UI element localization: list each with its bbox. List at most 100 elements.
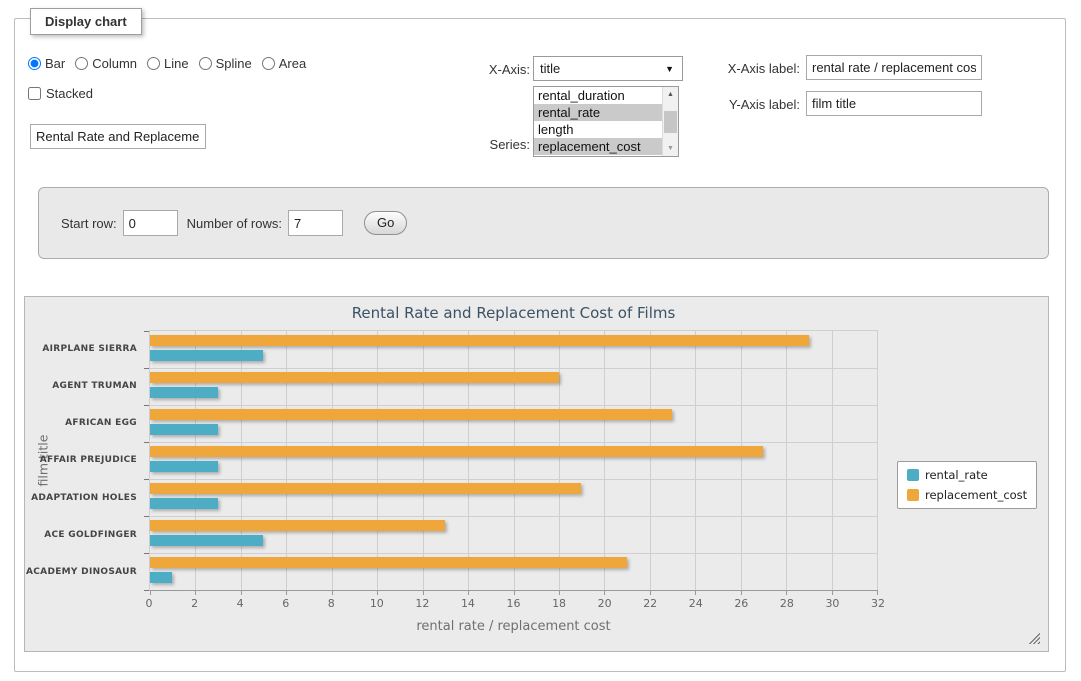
radio-area[interactable] <box>262 57 275 70</box>
category-band <box>150 405 877 442</box>
chart-type-radio-group: Bar Column Line Spline Area <box>28 54 306 72</box>
y-axis-tick <box>144 516 149 517</box>
x-axis-tick <box>286 590 287 595</box>
category-band <box>150 479 877 516</box>
go-button[interactable]: Go <box>364 211 407 235</box>
x-axis-label-input[interactable] <box>806 55 982 80</box>
bar-rental_rate <box>150 350 263 361</box>
x-tick-label: 10 <box>370 597 384 610</box>
x-tick-label: 22 <box>643 597 657 610</box>
y-axis-tick <box>144 553 149 554</box>
x-axis-tick <box>150 590 151 595</box>
scrollbar-thumb[interactable] <box>664 111 677 133</box>
series-option-length[interactable]: length <box>534 121 662 138</box>
stacked-checkbox-row[interactable]: Stacked <box>28 86 93 101</box>
chart-title-input[interactable] <box>30 124 206 149</box>
y-axis-tick <box>144 368 149 369</box>
x-axis-tick <box>786 590 787 595</box>
category-band <box>150 553 877 590</box>
x-axis-tick <box>377 590 378 595</box>
x-tick-label: 26 <box>734 597 748 610</box>
x-axis-tick <box>832 590 833 595</box>
legend-swatch-icon <box>907 489 919 501</box>
y-axis-tick <box>144 590 149 591</box>
x-axis-tick <box>650 590 651 595</box>
category-label: AGENT TRUMAN <box>25 367 137 404</box>
x-tick-label: 12 <box>415 597 429 610</box>
bar-rental_rate <box>150 572 172 583</box>
bar-replacement_cost <box>150 483 581 494</box>
plot-area <box>149 330 878 591</box>
bar-replacement_cost <box>150 446 763 457</box>
x-tick-label: 2 <box>191 597 198 610</box>
scrollbar-track[interactable] <box>663 102 678 141</box>
radio-column[interactable] <box>75 57 88 70</box>
legend-item-rental_rate[interactable]: rental_rate <box>907 468 1027 482</box>
bar-rental_rate <box>150 424 218 435</box>
radio-label: Bar <box>45 56 65 71</box>
x-axis-select[interactable]: title ▼ <box>533 56 683 81</box>
series-option-rental_rate[interactable]: rental_rate <box>534 104 662 121</box>
x-axis-tick <box>877 590 878 595</box>
x-tick-label: 28 <box>780 597 794 610</box>
x-axis-tick <box>741 590 742 595</box>
start-row-label: Start row: <box>61 216 117 231</box>
num-rows-input[interactable] <box>288 210 343 236</box>
chart-legend: rental_rate replacement_cost <box>897 461 1037 509</box>
x-axis-tick <box>468 590 469 595</box>
y-axis-label-caption: Y-Axis label: <box>698 97 800 112</box>
x-axis-tick <box>241 590 242 595</box>
bar-replacement_cost <box>150 372 559 383</box>
x-tick-label: 4 <box>237 597 244 610</box>
radio-spline[interactable] <box>199 57 212 70</box>
series-option-replacement_cost[interactable]: replacement_cost <box>534 138 662 155</box>
series-option-rental_duration[interactable]: rental_duration <box>534 87 662 104</box>
x-tick-label: 30 <box>825 597 839 610</box>
legend-label: replacement_cost <box>925 488 1027 502</box>
x-axis-tick <box>559 590 560 595</box>
chart-type-line[interactable]: Line <box>147 56 189 71</box>
legend-item-replacement_cost[interactable]: replacement_cost <box>907 488 1027 502</box>
x-tick-label: 20 <box>598 597 612 610</box>
scroll-down-icon[interactable]: ▼ <box>663 141 678 156</box>
resize-grip-icon[interactable] <box>1028 632 1040 644</box>
x-tick-label: 16 <box>507 597 521 610</box>
x-axis-selected-value: title <box>540 61 665 76</box>
radio-label: Spline <box>216 56 252 71</box>
y-axis-label-input[interactable] <box>806 91 982 116</box>
chart-type-column[interactable]: Column <box>75 56 137 71</box>
chart-container: Rental Rate and Replacement Cost of Film… <box>24 296 1049 652</box>
category-band <box>150 516 877 553</box>
bar-rental_rate <box>150 387 218 398</box>
chart-type-bar[interactable]: Bar <box>28 56 65 71</box>
scroll-up-icon[interactable]: ▲ <box>663 87 678 102</box>
chart-type-area[interactable]: Area <box>262 56 306 71</box>
radio-bar[interactable] <box>28 57 41 70</box>
chevron-down-icon: ▼ <box>665 64 674 74</box>
radio-line[interactable] <box>147 57 160 70</box>
category-label: ACADEMY DINOSAUR <box>25 554 137 591</box>
x-axis-tick <box>332 590 333 595</box>
category-label: AFFAIR PREJUDICE <box>25 442 137 479</box>
x-tick-label: 6 <box>282 597 289 610</box>
scrollbar[interactable]: ▲ ▼ <box>662 87 678 156</box>
start-row-input[interactable] <box>123 210 178 236</box>
legend-label: rental_rate <box>925 468 988 482</box>
y-axis-tick <box>144 405 149 406</box>
series-multiselect[interactable]: rental_durationrental_ratelengthreplacem… <box>533 86 679 157</box>
series-select-label: Series: <box>445 137 530 152</box>
radio-label: Line <box>164 56 189 71</box>
row-controls-panel: Start row: Number of rows: Go <box>38 187 1049 259</box>
radio-label: Area <box>279 56 306 71</box>
chart-type-spline[interactable]: Spline <box>199 56 252 71</box>
chart-x-axis-title: rental rate / replacement cost <box>149 619 878 634</box>
x-tick-label: 18 <box>552 597 566 610</box>
category-label: ADAPTATION HOLES <box>25 479 137 516</box>
x-tick-label: 0 <box>146 597 153 610</box>
x-axis-label-caption: X-Axis label: <box>698 61 800 76</box>
bar-replacement_cost <box>150 520 445 531</box>
x-axis-tick <box>695 590 696 595</box>
y-axis-tick <box>144 442 149 443</box>
category-band <box>150 368 877 405</box>
stacked-checkbox[interactable] <box>28 87 41 100</box>
